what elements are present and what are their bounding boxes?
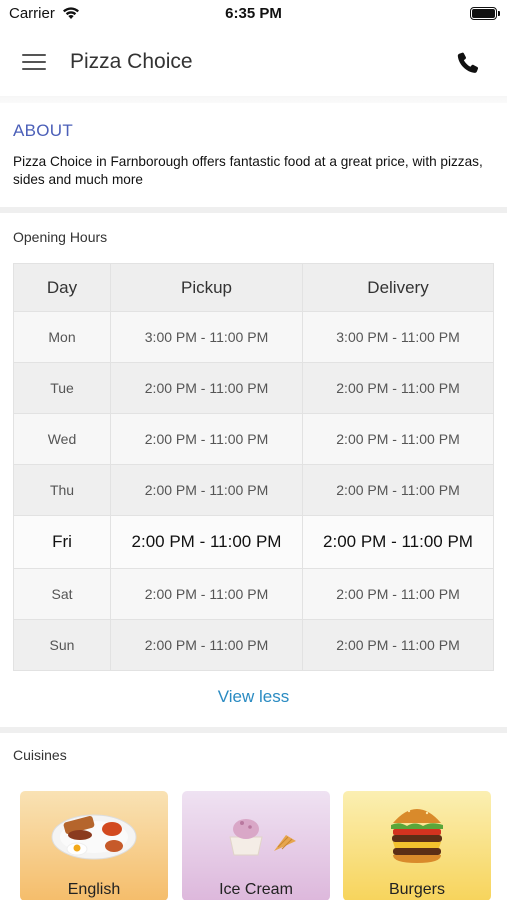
column-header-pickup: Pickup (110, 263, 303, 312)
column-header-day: Day (13, 263, 111, 312)
table-row: Mon 3:00 PM - 11:00 PM 3:00 PM - 11:00 P… (13, 311, 494, 363)
delivery-hours-cell: 2:00 PM - 11:00 PM (302, 619, 494, 671)
day-cell: Mon (13, 311, 111, 363)
column-header-delivery: Delivery (302, 263, 494, 312)
cuisine-tile-burgers[interactable]: Burgers (343, 791, 491, 900)
table-row: Thu 2:00 PM - 11:00 PM 2:00 PM - 11:00 P… (13, 464, 494, 516)
cuisines-section: Cuisines English Ice Cream Burgers (0, 733, 507, 900)
cuisine-tile-english[interactable]: English (20, 791, 168, 900)
battery-icon (470, 7, 500, 20)
about-heading: ABOUT (13, 121, 74, 140)
pickup-hours-cell: 2:00 PM - 11:00 PM (110, 413, 303, 465)
day-cell: Thu (13, 464, 111, 516)
table-row-today: Fri 2:00 PM - 11:00 PM 2:00 PM - 11:00 P… (13, 515, 494, 569)
pickup-hours-cell: 2:00 PM - 11:00 PM (110, 619, 303, 671)
table-row: Wed 2:00 PM - 11:00 PM 2:00 PM - 11:00 P… (13, 413, 494, 465)
cuisines-label: Cuisines (13, 747, 67, 763)
about-section: ABOUT Pizza Choice in Farnborough offers… (0, 103, 507, 207)
pickup-hours-cell: 2:00 PM - 11:00 PM (110, 515, 303, 569)
cuisine-label: Ice Cream (219, 881, 293, 898)
day-cell: Wed (13, 413, 111, 465)
cuisine-tile-ice-cream[interactable]: Ice Cream (182, 791, 330, 900)
pickup-hours-cell: 2:00 PM - 11:00 PM (110, 568, 303, 620)
pickup-hours-cell: 3:00 PM - 11:00 PM (110, 311, 303, 363)
pickup-hours-cell: 2:00 PM - 11:00 PM (110, 362, 303, 414)
delivery-hours-cell: 2:00 PM - 11:00 PM (302, 464, 494, 516)
cuisine-label: English (67, 881, 121, 898)
table-row: Tue 2:00 PM - 11:00 PM 2:00 PM - 11:00 P… (13, 362, 494, 414)
table-row: Sat 2:00 PM - 11:00 PM 2:00 PM - 11:00 P… (13, 568, 494, 620)
delivery-hours-cell: 2:00 PM - 11:00 PM (302, 362, 494, 414)
day-cell: Sat (13, 568, 111, 620)
delivery-hours-cell: 2:00 PM - 11:00 PM (302, 413, 494, 465)
opening-hours-section: Opening Hours Day Pickup Delivery Mon 3:… (0, 213, 507, 727)
opening-hours-table: Day Pickup Delivery Mon 3:00 PM - 11:00 … (13, 263, 494, 671)
phone-icon[interactable] (455, 50, 481, 76)
navigation-bar: Pizza Choice (0, 30, 507, 96)
day-cell: Tue (13, 362, 111, 414)
view-less-link[interactable]: View less (0, 687, 507, 707)
delivery-hours-cell: 3:00 PM - 11:00 PM (302, 311, 494, 363)
hamburger-menu-icon[interactable] (22, 52, 48, 72)
cuisine-label: Burgers (388, 881, 446, 898)
day-cell: Fri (13, 515, 111, 569)
header-shadow (0, 96, 507, 103)
delivery-hours-cell: 2:00 PM - 11:00 PM (302, 568, 494, 620)
day-cell: Sun (13, 619, 111, 671)
about-description: Pizza Choice in Farnborough offers fanta… (13, 154, 483, 187)
status-time: 6:35 PM (225, 5, 282, 22)
status-bar: Carrier 6:35 PM (0, 0, 507, 30)
opening-hours-label: Opening Hours (13, 229, 108, 245)
table-header-row: Day Pickup Delivery (13, 263, 494, 312)
delivery-hours-cell: 2:00 PM - 11:00 PM (302, 515, 494, 569)
table-row: Sun 2:00 PM - 11:00 PM 2:00 PM - 11:00 P… (13, 619, 494, 671)
restaurant-title: Pizza Choice (70, 50, 193, 73)
pickup-hours-cell: 2:00 PM - 11:00 PM (110, 464, 303, 516)
